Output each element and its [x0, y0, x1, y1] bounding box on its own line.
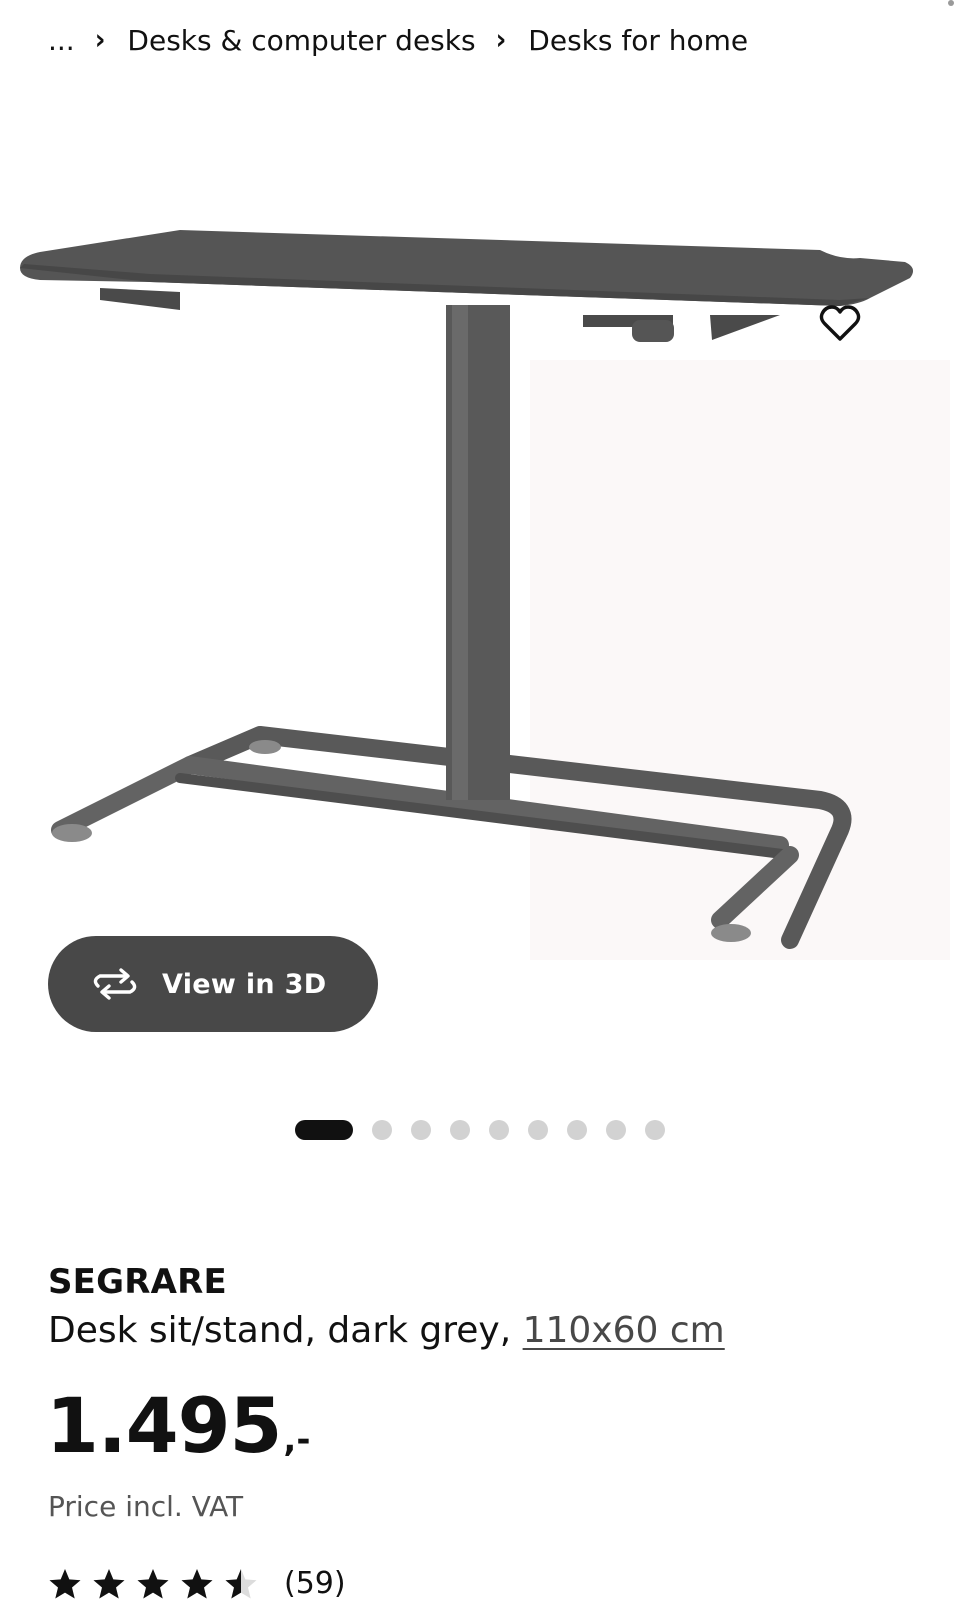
view-in-3d-label: View in 3D: [162, 968, 327, 1000]
product-rating[interactable]: (59): [48, 1566, 346, 1601]
price-suffix: ,-: [283, 1420, 311, 1460]
review-count[interactable]: (59): [284, 1566, 346, 1601]
breadcrumb: ... › Desks & computer desks › Desks for…: [48, 18, 748, 62]
product-description: Desk sit/stand, dark grey, 110x60 cm: [48, 1310, 725, 1351]
star-icon: [225, 1568, 257, 1598]
product-brand: SEGRARE: [48, 1262, 227, 1302]
star-icon: [49, 1568, 81, 1598]
scrollbar[interactable]: [948, 0, 954, 6]
gallery-dot[interactable]: [606, 1120, 626, 1140]
view-in-3d-button[interactable]: View in 3D: [48, 936, 378, 1032]
breadcrumb-desks-for-home[interactable]: Desks for home: [528, 24, 748, 57]
rating-stars: [48, 1567, 258, 1601]
product-description-text: Desk sit/stand, dark grey,: [48, 1310, 523, 1351]
product-image[interactable]: [0, 110, 960, 1010]
size-link[interactable]: 110x60 cm: [523, 1310, 725, 1351]
product-price: 1.495 ,-: [46, 1388, 310, 1464]
star-icon: [137, 1568, 169, 1598]
gallery-dot[interactable]: [372, 1120, 392, 1140]
gallery-dot-active[interactable]: [295, 1120, 353, 1140]
gallery-dot[interactable]: [450, 1120, 470, 1140]
gallery-dot[interactable]: [528, 1120, 548, 1140]
heart-icon: [819, 305, 861, 341]
gallery-dot[interactable]: [411, 1120, 431, 1140]
star-icon: [181, 1568, 213, 1598]
gallery-dot[interactable]: [489, 1120, 509, 1140]
star-icon: [93, 1568, 125, 1598]
chevron-right-icon: ›: [495, 23, 507, 57]
chevron-right-icon: ›: [94, 23, 106, 57]
rotate-3d-icon: [90, 967, 142, 1001]
gallery-pagination: [0, 1120, 960, 1140]
gallery-dot[interactable]: [567, 1120, 587, 1140]
breadcrumb-ellipsis[interactable]: ...: [48, 24, 75, 57]
breadcrumb-desks-computer-desks[interactable]: Desks & computer desks: [127, 24, 475, 57]
favourite-button[interactable]: [812, 296, 868, 352]
price-amount: 1.495: [46, 1381, 282, 1470]
gallery-dot[interactable]: [645, 1120, 665, 1140]
price-note: Price incl. VAT: [48, 1490, 244, 1523]
